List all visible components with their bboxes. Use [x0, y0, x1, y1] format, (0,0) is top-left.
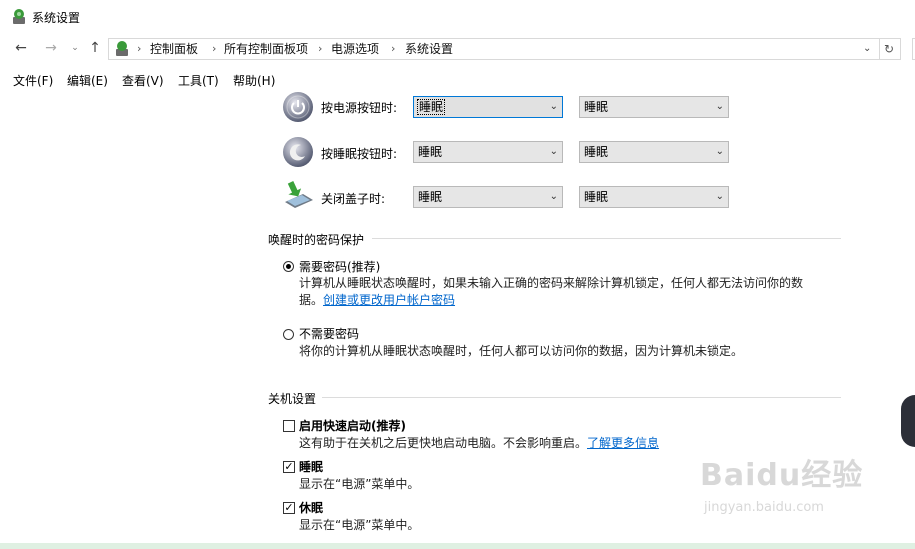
fast-startup-checkbox[interactable]: [283, 420, 295, 432]
status-strip: [0, 543, 915, 549]
fast-startup-description: 这有助于在关机之后更快地启动电脑。不会影响重启。: [299, 436, 588, 450]
require-password-radio[interactable]: [283, 261, 294, 272]
breadcrumb-separator-icon: ›: [137, 42, 142, 55]
breadcrumb-separator-icon[interactable]: ›: [212, 39, 216, 59]
learn-more-link[interactable]: 了解更多信息: [587, 435, 659, 452]
no-password-description: 将你的计算机从睡眠状态唤醒时，任何人都可以访问你的数据，因为计算机未锁定。: [299, 344, 744, 358]
laptop-lid-icon: [285, 181, 313, 208]
forward-arrow-icon[interactable]: →: [41, 38, 61, 58]
address-dropdown-chevron-icon[interactable]: ⌄: [863, 39, 871, 59]
lid-close-label: 关闭盖子时:: [321, 192, 386, 206]
sleep-label[interactable]: 睡眠: [299, 458, 323, 475]
sleep-button-icon: [283, 137, 313, 167]
sleep-button-battery-select[interactable]: 睡眠 ⌄: [413, 141, 563, 163]
breadcrumb-control-panel[interactable]: 控制面板: [150, 39, 198, 59]
chevron-down-icon: ⌄: [549, 191, 558, 202]
up-arrow-icon[interactable]: ↑: [85, 38, 105, 58]
hibernate-label[interactable]: 休眠: [299, 499, 323, 516]
chevron-down-icon: ⌄: [549, 101, 558, 112]
chevron-down-icon: ⌄: [549, 146, 558, 157]
power-button-label: 按电源按钮时:: [321, 101, 398, 115]
breadcrumb-power-options[interactable]: 电源选项: [331, 39, 379, 59]
menu-help[interactable]: 帮助(H): [233, 72, 275, 89]
watermark: Baidu经验 jingyan.baidu.com: [700, 450, 870, 530]
refresh-icon[interactable]: ↻: [878, 38, 901, 60]
left-pane: [0, 90, 258, 543]
address-bar[interactable]: › 控制面板 › 所有控制面板项 › 电源选项 › 系统设置 ⌄: [108, 38, 880, 60]
select-value: 睡眠: [418, 145, 443, 159]
chevron-down-icon: ⌄: [715, 101, 724, 112]
watermark-logo: Baidu经验: [700, 458, 864, 493]
section-divider: [372, 238, 841, 239]
password-section-heading: 唤醒时的密码保护: [268, 233, 365, 247]
select-value: 睡眠: [584, 145, 609, 159]
breadcrumb-system-settings[interactable]: 系统设置: [405, 39, 453, 59]
menu-tools[interactable]: 工具(T): [178, 72, 219, 89]
fast-startup-label[interactable]: 启用快速启动(推荐): [299, 417, 406, 434]
select-value: 睡眠: [416, 99, 446, 115]
select-value: 睡眠: [418, 190, 443, 204]
lid-close-plugged-select[interactable]: 睡眠 ⌄: [579, 186, 729, 208]
menu-edit[interactable]: 编辑(E): [67, 72, 108, 89]
menu-file[interactable]: 文件(F): [13, 72, 53, 89]
power-button-icon: [283, 92, 313, 122]
sleep-description: 显示在“电源”菜单中。: [299, 477, 420, 491]
control-panel-icon: [116, 41, 128, 56]
title-bar: 系统设置: [0, 0, 915, 34]
section-divider: [322, 397, 841, 398]
floating-widget-icon[interactable]: [901, 395, 915, 447]
create-password-link[interactable]: 创建或更改用户帐户密码: [323, 292, 455, 309]
shutdown-section-heading: 关机设置: [268, 392, 317, 406]
no-password-label[interactable]: 不需要密码: [299, 325, 359, 342]
menu-bar: 文件(F) 编辑(E) 查看(V) 工具(T) 帮助(H): [0, 68, 915, 90]
no-password-radio[interactable]: [283, 329, 294, 340]
window-title: 系统设置: [32, 11, 81, 25]
watermark-url: jingyan.baidu.com: [704, 500, 824, 515]
hibernate-checkbox[interactable]: ✓: [283, 502, 295, 514]
breadcrumb-separator-icon[interactable]: ›: [318, 39, 322, 59]
require-password-description: 计算机从睡眠状态唤醒时，如果未输入正确的密码来解除计算机锁定，任何人都无法访问你…: [299, 276, 804, 290]
breadcrumb-all-items[interactable]: 所有控制面板项: [224, 39, 308, 59]
breadcrumb-separator-icon[interactable]: ›: [391, 39, 395, 59]
chevron-down-icon: ⌄: [715, 146, 724, 157]
menu-view[interactable]: 查看(V): [122, 72, 164, 89]
require-password-description-cont: 据。: [299, 293, 324, 307]
require-password-label[interactable]: 需要密码(推荐): [299, 258, 380, 275]
sleep-button-label: 按睡眠按钮时:: [321, 147, 398, 161]
sleep-button-plugged-select[interactable]: 睡眠 ⌄: [579, 141, 729, 163]
power-button-battery-select[interactable]: 睡眠 ⌄: [413, 96, 563, 118]
hibernate-description: 显示在“电源”菜单中。: [299, 518, 420, 532]
select-value: 睡眠: [584, 100, 609, 114]
power-button-plugged-select[interactable]: 睡眠 ⌄: [579, 96, 729, 118]
power-options-icon: [13, 9, 25, 24]
lid-close-battery-select[interactable]: 睡眠 ⌄: [413, 186, 563, 208]
chevron-down-icon: ⌄: [715, 191, 724, 202]
recent-locations-chevron-icon[interactable]: ⌄: [65, 38, 85, 58]
select-value: 睡眠: [584, 190, 609, 204]
back-arrow-icon[interactable]: ←: [11, 38, 31, 58]
sleep-checkbox[interactable]: ✓: [283, 461, 295, 473]
